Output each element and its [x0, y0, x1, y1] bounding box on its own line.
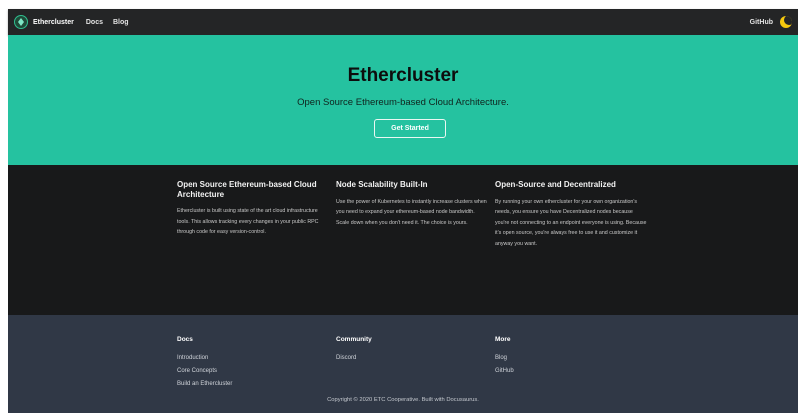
navbar: Ethercluster Docs Blog GitHub — [8, 9, 798, 35]
footer-link-core-concepts[interactable]: Core Concepts — [177, 365, 232, 378]
feature-cloud-architecture: Open Source Ethereum-based Cloud Archite… — [177, 180, 329, 238]
feature-text: By running your own ethercluster for you… — [495, 198, 647, 247]
feature-title: Open-Source and Decentralized — [495, 180, 616, 189]
feature-text: Use the power of Kubernetes to instantly… — [336, 198, 487, 226]
footer-link-build-ethercluster[interactable]: Build an Ethercluster — [177, 378, 232, 391]
footer-column-title: Community — [336, 336, 372, 343]
navbar-right: GitHub — [750, 16, 792, 28]
footer-column-title: More — [495, 336, 511, 343]
feature-title: Node Scalability Built-In — [336, 180, 428, 189]
get-started-button[interactable]: Get Started — [374, 119, 446, 138]
hero-title: Ethercluster — [347, 65, 459, 86]
feature-text: Ethercluster is built using state of the… — [177, 208, 319, 235]
hero-tagline: Open Source Ethereum-based Cloud Archite… — [297, 97, 509, 108]
footer-link-introduction[interactable]: Introduction — [177, 352, 232, 365]
footer-column-community: Community Discord — [336, 336, 372, 365]
footer: Docs Introduction Core Concepts Build an… — [8, 315, 798, 413]
navbar-brand[interactable]: Ethercluster — [33, 19, 74, 26]
footer-link-github[interactable]: GitHub — [495, 365, 514, 378]
footer-column-docs: Docs Introduction Core Concepts Build an… — [177, 336, 232, 391]
feature-title: Open Source Ethereum-based Cloud Archite… — [177, 180, 317, 199]
feature-open-source: Open-Source and Decentralized By running… — [495, 180, 647, 249]
footer-link-discord[interactable]: Discord — [336, 352, 372, 365]
footer-column-more: More Blog GitHub — [495, 336, 514, 378]
moon-icon[interactable] — [780, 16, 792, 28]
ethercluster-logo-icon[interactable] — [14, 15, 28, 29]
navbar-link-docs[interactable]: Docs — [86, 19, 103, 26]
hero-banner: Ethercluster Open Source Ethereum-based … — [8, 35, 798, 165]
copyright-text: Copyright © 2020 ETC Cooperative. Built … — [327, 397, 479, 403]
footer-column-title: Docs — [177, 336, 193, 343]
navbar-link-blog[interactable]: Blog — [113, 19, 129, 26]
feature-node-scalability: Node Scalability Built-In Use the power … — [336, 180, 488, 228]
features-section: Open Source Ethereum-based Cloud Archite… — [8, 165, 798, 315]
page: Ethercluster Docs Blog GitHub Etherclust… — [8, 9, 798, 413]
footer-link-blog[interactable]: Blog — [495, 352, 514, 365]
navbar-link-github[interactable]: GitHub — [750, 19, 773, 26]
